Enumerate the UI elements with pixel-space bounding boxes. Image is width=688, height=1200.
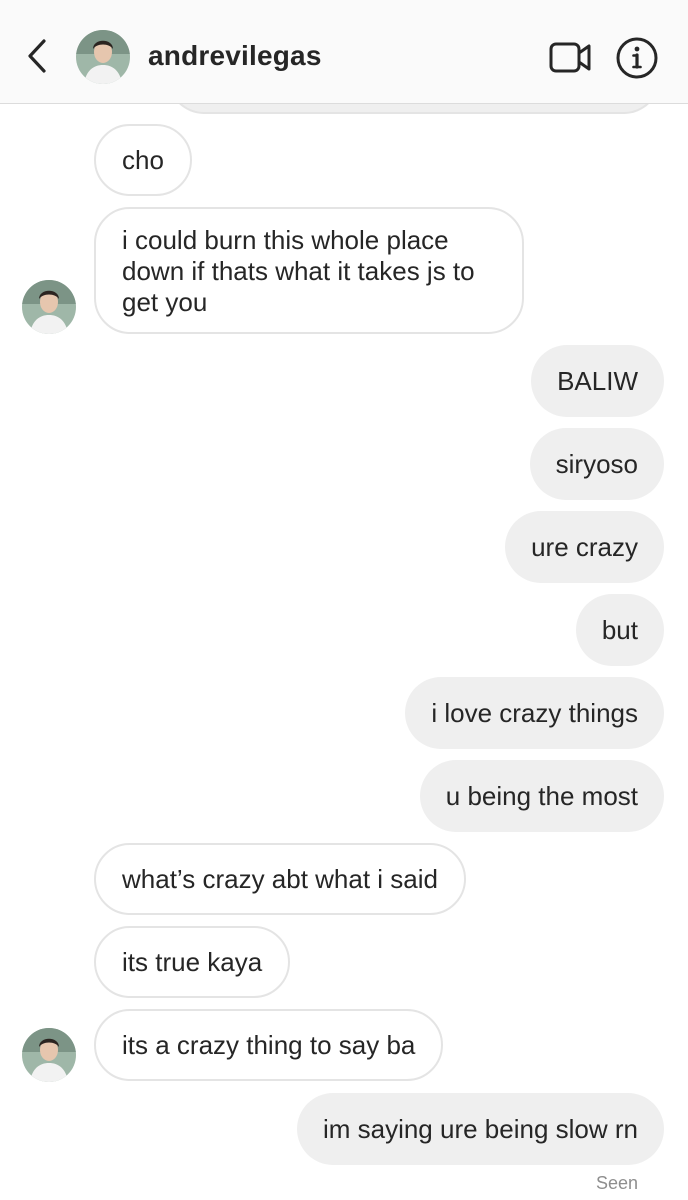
message-text: ure crazy bbox=[531, 531, 638, 562]
profile-photo bbox=[76, 30, 130, 84]
message-text: i love crazy things bbox=[431, 697, 638, 728]
chat-username[interactable]: andrevilegas bbox=[148, 40, 322, 72]
chat-header: andrevilegas bbox=[0, 0, 688, 104]
avatar[interactable] bbox=[76, 30, 130, 84]
message-text: i could burn this whole place down if th… bbox=[122, 225, 475, 317]
profile-photo bbox=[22, 1028, 76, 1082]
message-text: its a crazy thing to say ba bbox=[122, 1029, 416, 1060]
message-bubble-outgoing[interactable]: but bbox=[575, 594, 664, 666]
message-bubble-incoming[interactable]: cho bbox=[94, 124, 192, 196]
message-text: im saying ure being slow rn bbox=[322, 1113, 638, 1144]
message-text: but bbox=[601, 614, 638, 645]
message-bubble-incoming[interactable]: what’s crazy abt what i said bbox=[94, 843, 466, 915]
info-icon bbox=[616, 37, 658, 79]
back-button[interactable] bbox=[20, 38, 54, 74]
avatar[interactable] bbox=[22, 280, 76, 334]
message-bubble-incoming[interactable]: its true kaya bbox=[94, 926, 291, 998]
message-text: its true kaya bbox=[122, 946, 263, 977]
message-bubble-outgoing[interactable]: u being the most bbox=[419, 760, 664, 832]
message-text: u being the most bbox=[445, 780, 638, 811]
message-bubble-outgoing[interactable]: im saying ure being slow rn bbox=[296, 1093, 664, 1165]
message-bubble-outgoing[interactable]: ure crazy bbox=[505, 511, 664, 583]
message-bubble-incoming[interactable]: its a crazy thing to say ba bbox=[94, 1009, 444, 1081]
message-bubble-outgoing[interactable]: siryoso bbox=[529, 428, 664, 500]
message-text: cho bbox=[122, 144, 164, 175]
video-call-button[interactable] bbox=[546, 38, 594, 78]
avatar[interactable] bbox=[22, 1028, 76, 1082]
profile-photo bbox=[22, 280, 76, 334]
message-bubble-outgoing[interactable]: i love crazy things bbox=[405, 677, 664, 749]
seen-status: Seen bbox=[595, 1173, 638, 1193]
chevron-left-icon bbox=[28, 39, 46, 73]
info-button[interactable] bbox=[614, 35, 660, 81]
message-text: BALIW bbox=[557, 365, 638, 396]
message-text: siryoso bbox=[555, 448, 638, 479]
video-camera-icon bbox=[549, 42, 591, 73]
message-bubble-outgoing[interactable]: BALIW bbox=[531, 345, 664, 417]
message-bubble-incoming[interactable]: i could burn this whole place down if th… bbox=[94, 207, 524, 334]
message-text: what’s crazy abt what i said bbox=[122, 863, 438, 894]
